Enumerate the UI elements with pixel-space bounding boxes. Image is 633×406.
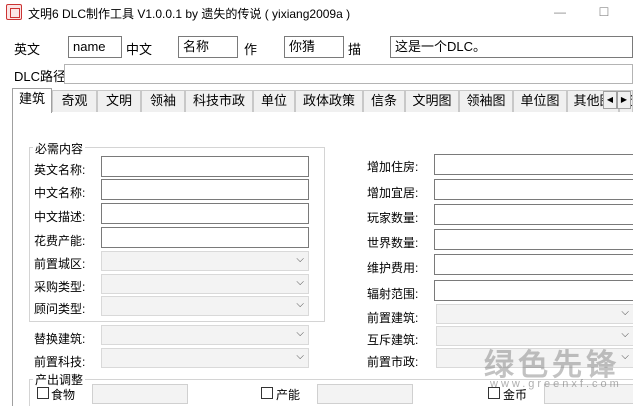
chevron-down-icon: ⌵ <box>296 277 304 288</box>
tab-scroll-right-icon[interactable]: ▶ <box>617 91 631 109</box>
world-count-label: 世界数量: <box>367 236 419 250</box>
production-checkbox[interactable] <box>261 387 273 399</box>
radius-field[interactable] <box>434 280 633 301</box>
tab-belief[interactable]: 信条 <box>363 90 405 112</box>
amenity-label: 增加宜居: <box>367 186 419 200</box>
production-cost-field[interactable] <box>101 227 309 248</box>
advisor-type-label: 顾问类型: <box>34 302 86 316</box>
maximize-button[interactable]: ☐ <box>590 2 618 22</box>
housing-field[interactable] <box>434 154 633 175</box>
amenity-field[interactable] <box>434 179 633 200</box>
app-icon <box>6 4 22 20</box>
player-count-label: 玩家数量: <box>367 211 419 225</box>
tab-unit-image[interactable]: 单位图 <box>513 90 567 112</box>
tab-scroll-left-icon[interactable]: ◀ <box>603 91 617 109</box>
tab-tech-civic[interactable]: 科技市政 <box>185 90 253 112</box>
purchase-type-label: 采购类型: <box>34 280 86 294</box>
production-value-field[interactable] <box>317 384 413 404</box>
chevron-down-icon: ⌵ <box>296 299 304 310</box>
replace-building-label: 替换建筑: <box>34 332 86 346</box>
description-input[interactable]: 这是一个DLC。 <box>390 36 633 58</box>
player-count-field[interactable] <box>434 204 633 225</box>
purchase-type-select[interactable]: ⌵ <box>101 274 309 294</box>
chevron-down-icon: ⌵ <box>296 254 304 265</box>
meta-row: 英文 name 中文 名称 作 你猜 描 这是一个DLC。 <box>0 36 633 60</box>
chinese-description-label: 中文描述: <box>34 210 86 224</box>
chevron-down-icon: ⌵ <box>296 328 304 339</box>
required-group-title: 必需内容 <box>33 140 86 157</box>
replace-building-select[interactable]: ⌵ <box>101 325 309 345</box>
dlc-path-label: DLC路径 <box>14 69 67 84</box>
radius-label: 辐射范围: <box>367 287 419 301</box>
chinese-name-input[interactable]: 名称 <box>178 36 238 58</box>
food-value-field[interactable] <box>92 384 188 404</box>
food-label: 食物 <box>51 388 76 402</box>
prereq-tech-label: 前置科技: <box>34 355 86 369</box>
tab-leader[interactable]: 领袖 <box>141 90 185 112</box>
author-label: 作 <box>244 42 258 57</box>
path-row: DLC路径 <box>0 64 633 84</box>
chinese-name-field[interactable] <box>101 179 309 200</box>
production-label: 产能 <box>276 388 301 402</box>
window-title: 文明6 DLC制作工具 V1.0.0.1 by 遗失的传说 ( yixiang2… <box>28 7 351 21</box>
minimize-button[interactable]: — <box>546 2 574 22</box>
tab-building[interactable]: 建筑 <box>12 88 52 113</box>
description-label: 描 <box>348 42 362 57</box>
watermark-url: www.greenxf.com <box>490 378 622 390</box>
prereq-district-select[interactable]: ⌵ <box>101 251 309 271</box>
chevron-down-icon: ⌵ <box>296 351 304 362</box>
author-input[interactable]: 你猜 <box>284 36 344 58</box>
prereq-building-label: 前置建筑: <box>367 311 419 325</box>
food-checkbox[interactable] <box>37 387 49 399</box>
maintenance-label: 维护费用: <box>367 261 419 275</box>
chinese-label: 中文 <box>126 42 153 57</box>
dlc-path-input[interactable] <box>64 64 633 84</box>
tab-unit[interactable]: 单位 <box>253 90 295 112</box>
tab-civilization-image[interactable]: 文明图 <box>405 90 459 112</box>
tab-wonder[interactable]: 奇观 <box>52 90 97 112</box>
tab-civilization[interactable]: 文明 <box>97 90 141 112</box>
tab-leader-image[interactable]: 领袖图 <box>459 90 513 112</box>
english-name-input[interactable]: name <box>68 36 122 58</box>
exclusive-building-label: 互斥建筑: <box>367 333 419 347</box>
prereq-civic-label: 前置市政: <box>367 355 419 369</box>
english-name-field[interactable] <box>101 156 309 177</box>
chevron-down-icon: ⌵ <box>621 329 629 340</box>
chinese-name-label: 中文名称: <box>34 186 86 200</box>
title-bar: 文明6 DLC制作工具 V1.0.0.1 by 遗失的传说 ( yixiang2… <box>0 0 633 26</box>
prereq-tech-select[interactable]: ⌵ <box>101 348 309 368</box>
tab-bar: 建筑 奇观 文明 领袖 科技市政 单位 政体政策 信条 文明图 领袖图 单位图 … <box>12 88 633 113</box>
chevron-down-icon: ⌵ <box>621 307 629 318</box>
tab-government-policy[interactable]: 政体政策 <box>295 90 363 112</box>
maintenance-field[interactable] <box>434 254 633 275</box>
housing-label: 增加住房: <box>367 160 419 174</box>
chinese-description-field[interactable] <box>101 203 309 224</box>
prereq-district-label: 前置城区: <box>34 257 86 271</box>
english-label: 英文 <box>14 42 41 57</box>
watermark: 绿色先锋 www.greenxf.com <box>478 340 628 402</box>
world-count-field[interactable] <box>434 229 633 250</box>
production-cost-label: 花费产能: <box>34 234 86 248</box>
advisor-type-select[interactable]: ⌵ <box>101 296 309 316</box>
english-name-label: 英文名称: <box>34 163 86 177</box>
prereq-building-select[interactable]: ⌵ <box>436 304 633 324</box>
